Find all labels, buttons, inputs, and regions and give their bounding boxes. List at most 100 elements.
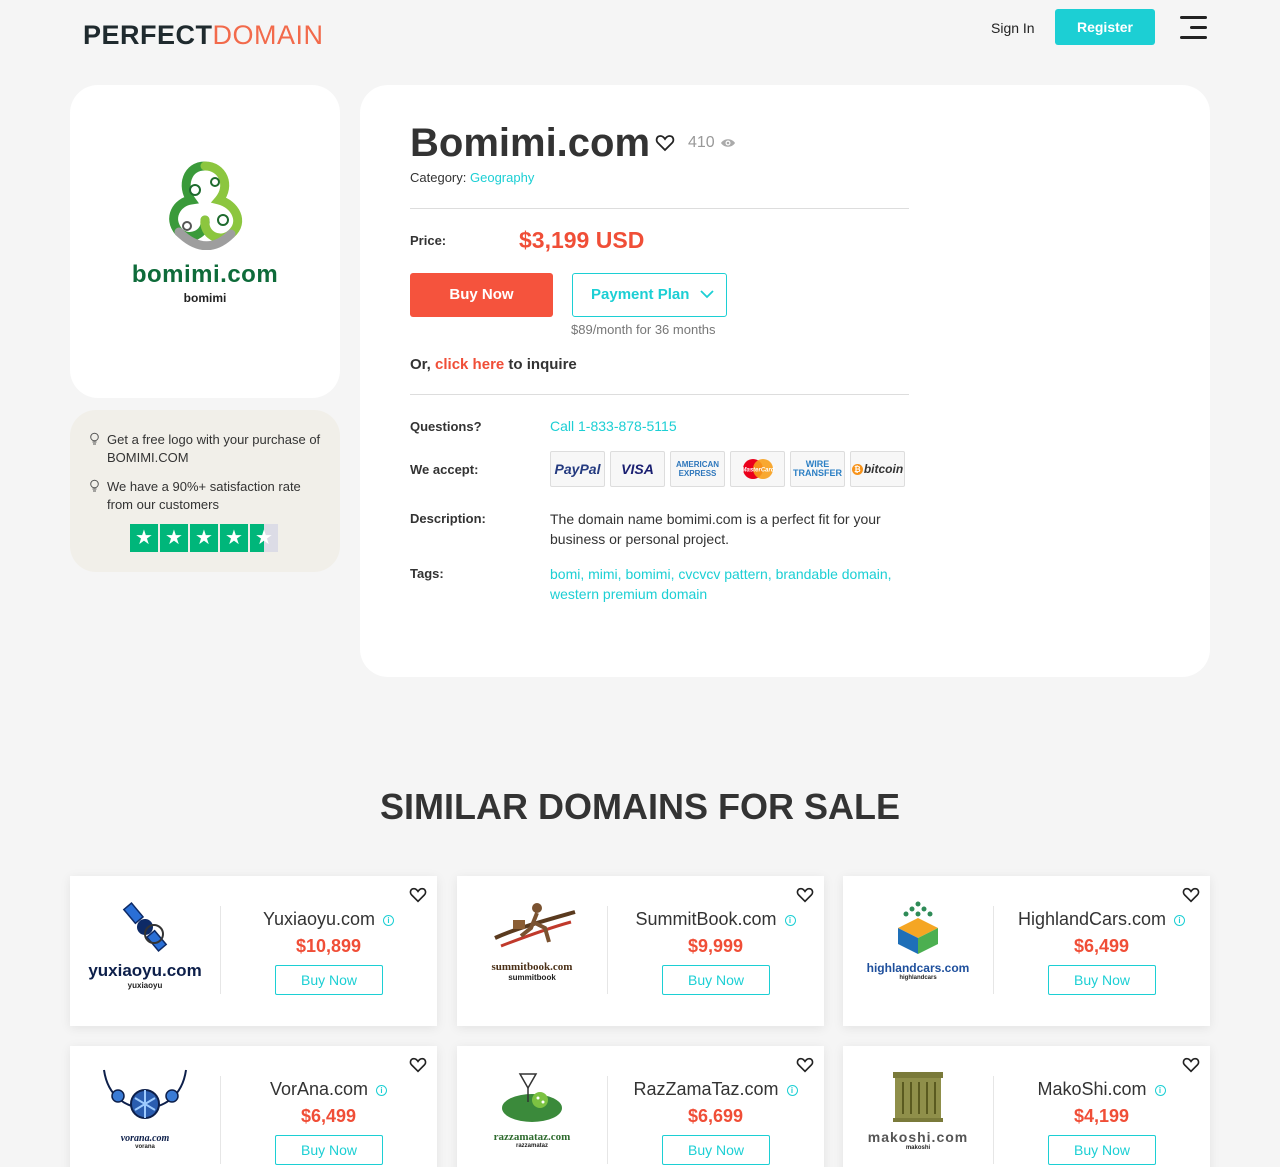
domain-logo-word: makoshi.com xyxy=(867,1129,969,1145)
similar-domain-price: $9,999 xyxy=(687,936,744,956)
similar-domain-name: RazZamaTaz.com i xyxy=(607,1079,824,1099)
lightbulb-icon xyxy=(89,479,100,498)
info-icon[interactable]: i xyxy=(1154,1084,1166,1096)
domain-title: Bomimi.com xyxy=(410,121,651,165)
similar-domain-card[interactable]: summitbook.com summitbook SummitBook.com… xyxy=(457,876,824,1026)
listing-card: Bomimi.com 410 Category: Geography Price… xyxy=(360,85,1210,677)
similar-domain-card[interactable]: makoshi.com makoshi MakoShi.com i $4,199 … xyxy=(843,1046,1210,1167)
questions-label: Questions? xyxy=(410,419,482,434)
similar-domains-title: SIMILAR DOMAINS FOR SALE xyxy=(380,786,900,827)
info-icon[interactable]: i xyxy=(383,914,395,926)
divider xyxy=(410,394,909,395)
similar-domain-price: $6,499 xyxy=(300,1106,357,1126)
heart-icon[interactable] xyxy=(1182,886,1200,904)
chevron-down-icon xyxy=(700,290,714,299)
perk-text: Get a free logo with your purchase of BO… xyxy=(107,432,321,465)
domain-logo-sub: yuxiaoyu xyxy=(127,981,163,990)
domain-logo-sub: summitbook xyxy=(508,973,556,982)
tags-list[interactable]: bomi, mimi, bomimi, cvcvcv pattern, bran… xyxy=(550,564,910,604)
similar-domain-name-text: MakoShi.com xyxy=(1037,1079,1147,1099)
similar-domain-name-text: Yuxiaoyu.com xyxy=(262,909,376,929)
similar-domain-card[interactable]: vorana.com vorana VorAna.com i $6,499 Buy… xyxy=(70,1046,437,1167)
similar-domain-name: HighlandCars.com i xyxy=(993,909,1210,929)
domain-logo-sub: highlandcars xyxy=(899,975,937,981)
brand-part-perfect: PERFECT xyxy=(83,20,213,50)
similar-domain-name: SummitBook.com i xyxy=(607,909,824,929)
domain-logo-card: bomimi.com bomimi xyxy=(70,85,340,398)
similar-domain-card[interactable]: highlandcars.com highlandcars HighlandCa… xyxy=(843,876,1210,1026)
buy-now-button[interactable]: Buy Now xyxy=(275,965,383,995)
similar-domain-name: MakoShi.com i xyxy=(993,1079,1210,1099)
price-label: Price: xyxy=(410,233,447,248)
perk-satisfaction: We have a 90%+ satisfaction rate from ou… xyxy=(89,478,329,514)
domain-logo-word: summitbook.com xyxy=(491,961,573,973)
domain-logo: vorana.com vorana xyxy=(80,1068,210,1167)
star-icon: ★ xyxy=(130,524,158,552)
domain-logo: bomimi.com bomimi xyxy=(70,160,340,305)
buy-now-button[interactable]: Buy Now xyxy=(662,965,770,995)
category-label: Category: xyxy=(410,170,467,185)
info-icon[interactable]: i xyxy=(786,1084,798,1096)
domain-logo-word: bomimi.com xyxy=(131,261,279,288)
heart-icon[interactable] xyxy=(655,133,675,153)
trustpilot-rating: ★ ★ ★ ★ ★ xyxy=(130,524,278,552)
similar-domain-card[interactable]: razzamataz.com razzamataz RazZamaTaz.com… xyxy=(457,1046,824,1167)
buy-now-button[interactable]: Buy Now xyxy=(410,273,553,317)
similar-domain-price: $10,899 xyxy=(295,936,362,956)
paypal-icon: PayPal xyxy=(550,451,605,487)
mastercard-wordmark: MasterCard xyxy=(741,468,774,474)
sign-in-link[interactable]: Sign In xyxy=(991,19,1035,37)
accept-label: We accept: xyxy=(410,462,479,477)
heart-icon[interactable] xyxy=(409,1056,427,1074)
domain-logo: razzamataz.com razzamataz xyxy=(467,1068,597,1167)
buy-now-button[interactable]: Buy Now xyxy=(662,1135,770,1165)
visa-icon: VISA xyxy=(610,451,665,487)
perks-card: Get a free logo with your purchase of BO… xyxy=(70,410,340,572)
inquire-link[interactable]: click here xyxy=(435,356,504,373)
phone-link[interactable]: Call 1-833-878-5115 xyxy=(550,418,677,434)
info-icon[interactable]: i xyxy=(376,1084,388,1096)
cube-icon xyxy=(898,901,938,954)
wire-transfer-icon: WIRE TRANSFER xyxy=(790,451,845,487)
domain-logo-word: razzamataz.com xyxy=(493,1131,571,1143)
domain-logo: makoshi.com makoshi xyxy=(853,1068,983,1167)
payment-plan-note: $89/month for 36 months xyxy=(571,322,716,337)
domain-logo: highlandcars.com highlandcars xyxy=(853,898,983,998)
lightbulb-icon xyxy=(89,431,100,451)
similar-domain-price: $6,499 xyxy=(1073,936,1130,956)
buy-now-button[interactable]: Buy Now xyxy=(1048,965,1156,995)
buy-now-button[interactable]: Buy Now xyxy=(1048,1135,1156,1165)
view-count: 410 xyxy=(688,134,736,152)
payment-plan-label: Payment Plan xyxy=(591,286,690,303)
hamburger-menu-icon[interactable] xyxy=(1178,16,1207,40)
star-icon: ★ xyxy=(220,524,248,552)
description-label: Description: xyxy=(410,511,486,526)
category-link[interactable]: Geography xyxy=(470,170,534,185)
heart-icon[interactable] xyxy=(796,886,814,904)
heart-icon[interactable] xyxy=(1182,1056,1200,1074)
runner-icon xyxy=(494,903,576,948)
similar-domain-card[interactable]: yuxiaoyu.com yuxiaoyu Yuxiaoyu.com i $10,… xyxy=(70,876,437,1026)
inquire-suffix: to inquire xyxy=(508,356,577,373)
star-icon: ★ xyxy=(190,524,218,552)
info-icon[interactable]: i xyxy=(784,914,796,926)
heart-icon[interactable] xyxy=(409,886,427,904)
column-icon xyxy=(893,1072,943,1122)
brand-part-domain: DOMAIN xyxy=(212,20,324,50)
similar-domain-name-text: VorAna.com xyxy=(269,1079,369,1099)
register-button[interactable]: Register xyxy=(1055,9,1155,45)
domain-logo-word: vorana.com xyxy=(120,1133,170,1144)
heart-icon[interactable] xyxy=(796,1056,814,1074)
description-text: The domain name bomimi.com is a perfect … xyxy=(550,511,881,547)
satellite-icon xyxy=(122,902,168,952)
bitcoin-icon: ₿ bitcoin xyxy=(850,451,905,487)
similar-domain-name-text: RazZamaTaz.com xyxy=(633,1079,779,1099)
cocktail-icon xyxy=(502,1073,562,1122)
site-logo[interactable]: PERFECTDOMAIN xyxy=(83,20,324,50)
info-icon[interactable]: i xyxy=(1174,914,1186,926)
mastercard-icon: MasterCard xyxy=(730,451,785,487)
star-half-icon: ★ xyxy=(250,524,278,552)
similar-domain-price: $4,199 xyxy=(1073,1106,1130,1126)
buy-now-button[interactable]: Buy Now xyxy=(275,1135,383,1165)
payment-plan-dropdown[interactable]: Payment Plan xyxy=(572,273,727,317)
